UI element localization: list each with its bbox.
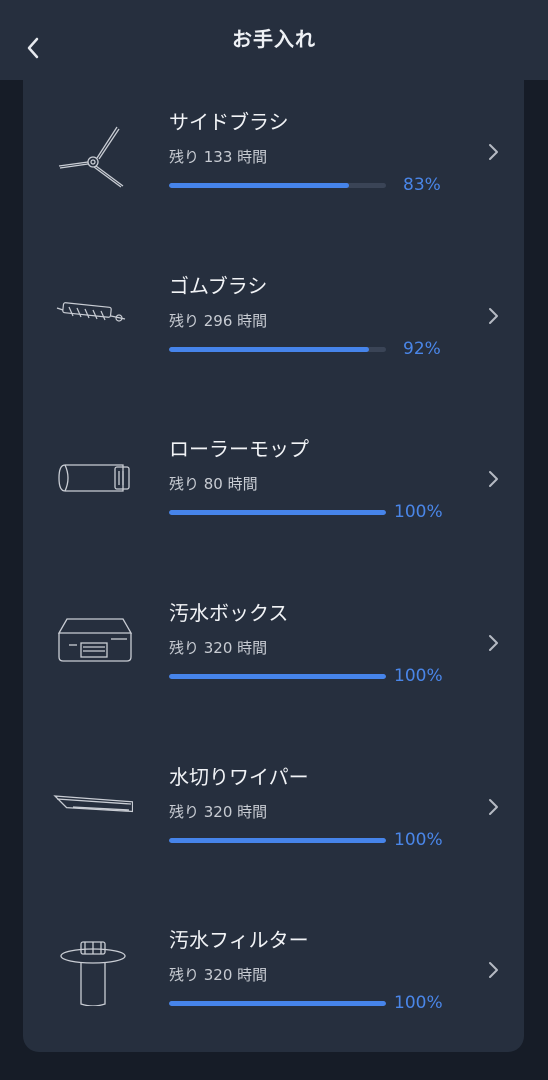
remaining-time: 残り 296 時間: [169, 312, 268, 330]
chevron-right-icon: [489, 962, 498, 978]
percent-label: 100%: [394, 993, 443, 1013]
list-item-side-brush[interactable]: サイドブラシ 残り 133 時間 83%: [23, 80, 524, 243]
percent-label: 92%: [403, 339, 441, 359]
life-progress-bar: [169, 674, 386, 679]
list-item-squeegee-wiper[interactable]: 水切りワイパー 残り 320 時間 100%: [23, 735, 524, 898]
remaining-time: 残り 133 時間: [169, 148, 268, 166]
chevron-right-icon: [489, 799, 498, 815]
progress-fill: [169, 510, 386, 515]
header-bar: お手入れ: [0, 0, 548, 80]
chevron-right-icon: [489, 308, 498, 324]
item-name: 水切りワイパー: [169, 765, 309, 789]
chevron-left-icon: [27, 37, 39, 59]
chevron-right-icon: [489, 144, 498, 160]
list-item-rubber-brush[interactable]: ゴムブラシ 残り 296 時間 92%: [23, 244, 524, 407]
squeegee-wiper-icon: [53, 763, 133, 843]
back-button[interactable]: [22, 34, 44, 62]
maintenance-list: サイドブラシ 残り 133 時間 83% ゴムブラシ 残り 296 時間 92%…: [23, 80, 524, 1052]
chevron-right-icon: [489, 635, 498, 651]
percent-label: 100%: [394, 830, 443, 850]
item-name: ゴムブラシ: [169, 274, 268, 298]
item-name: ローラーモップ: [169, 437, 309, 461]
rubber-brush-icon: [53, 272, 133, 352]
life-progress-bar: [169, 838, 386, 843]
progress-fill: [169, 674, 386, 679]
life-progress-bar: [169, 183, 386, 188]
percent-label: 83%: [403, 175, 441, 195]
side-brush-icon: [53, 108, 133, 188]
roller-mop-icon: [53, 435, 133, 515]
item-name: 汚水ボックス: [169, 601, 289, 625]
percent-label: 100%: [394, 666, 443, 686]
item-name: 汚水フィルター: [169, 928, 309, 952]
remaining-time: 残り 320 時間: [169, 803, 268, 821]
list-item-roller-mop[interactable]: ローラーモップ 残り 80 時間 100%: [23, 407, 524, 570]
item-name: サイドブラシ: [169, 110, 289, 134]
life-progress-bar: [169, 510, 386, 515]
progress-fill: [169, 1001, 386, 1006]
dirty-water-filter-icon: [53, 926, 133, 1006]
progress-fill: [169, 183, 350, 188]
life-progress-bar: [169, 1001, 386, 1006]
progress-fill: [169, 347, 369, 352]
list-item-dirty-water-filter[interactable]: 汚水フィルター 残り 320 時間 100%: [23, 898, 524, 1061]
page-title: お手入れ: [232, 26, 316, 51]
list-item-dirty-water-box[interactable]: 汚水ボックス 残り 320 時間 100%: [23, 571, 524, 734]
progress-fill: [169, 838, 386, 843]
remaining-time: 残り 320 時間: [169, 639, 268, 657]
remaining-time: 残り 80 時間: [169, 475, 258, 493]
chevron-right-icon: [489, 471, 498, 487]
dirty-water-box-icon: [53, 599, 133, 679]
percent-label: 100%: [394, 502, 443, 522]
life-progress-bar: [169, 347, 386, 352]
remaining-time: 残り 320 時間: [169, 966, 268, 984]
